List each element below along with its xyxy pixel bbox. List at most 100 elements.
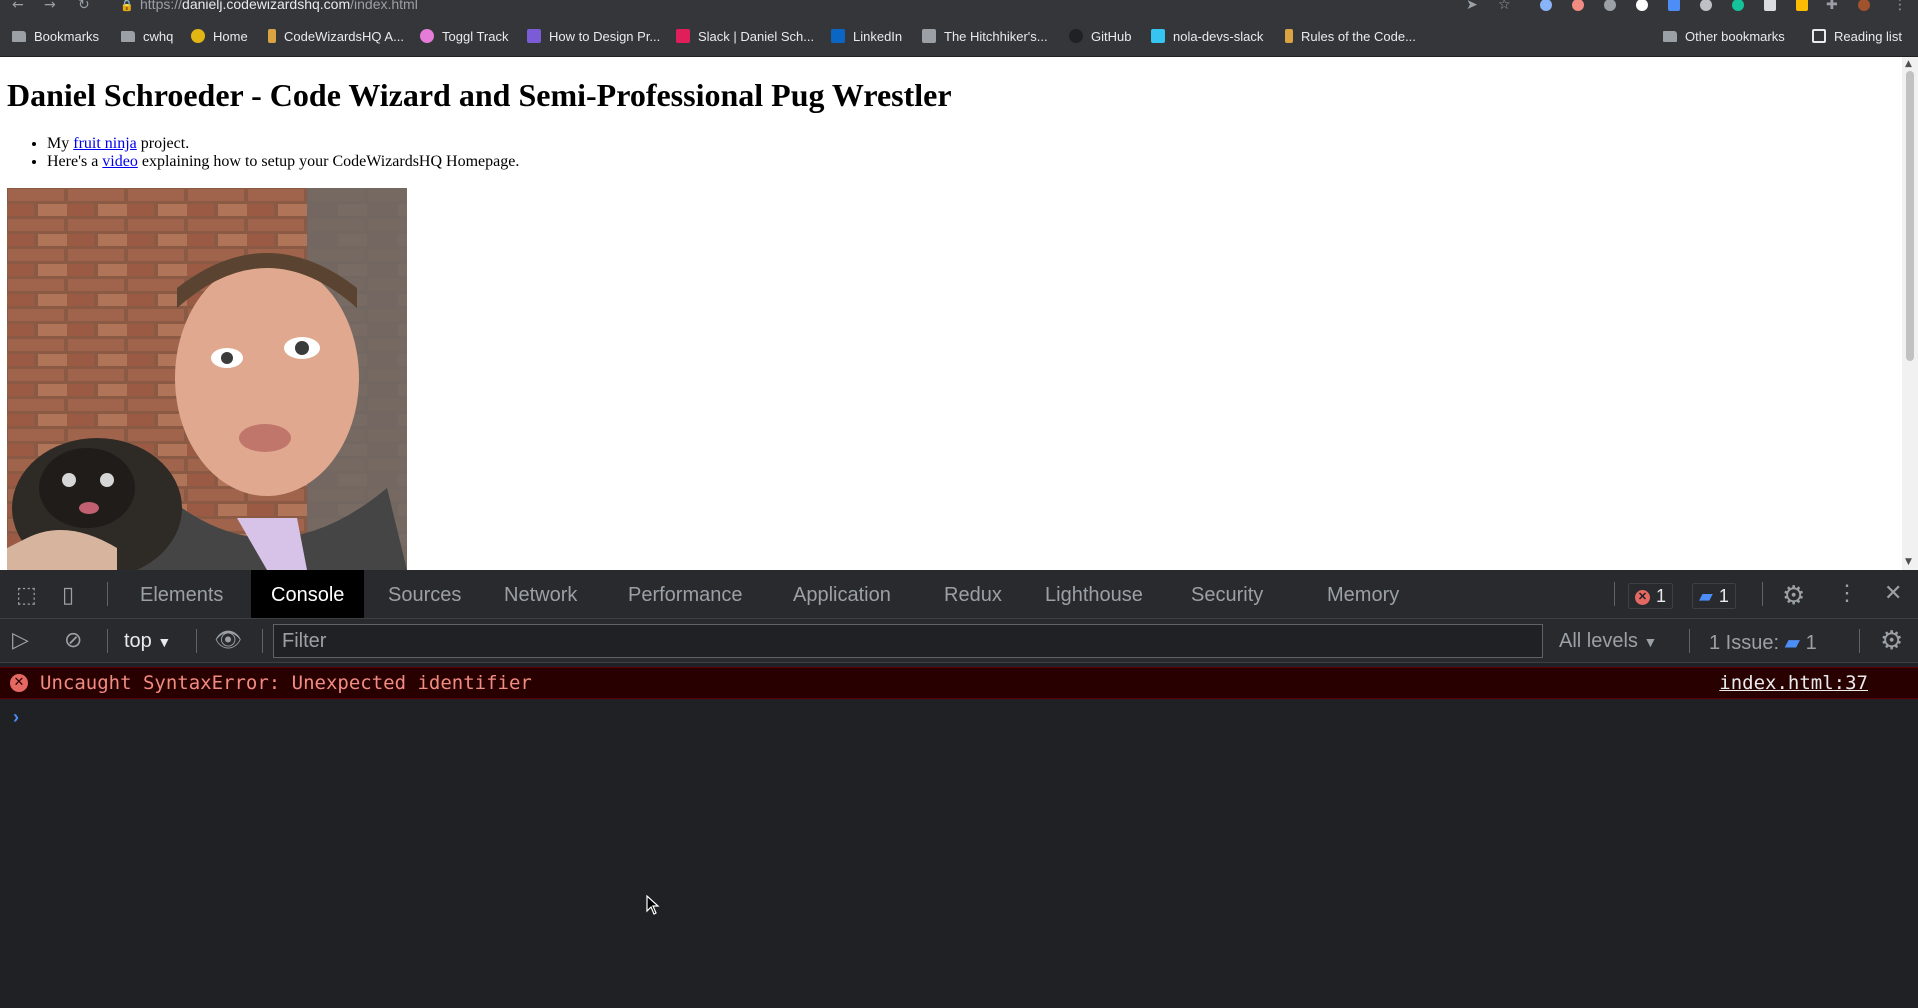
tab-application[interactable]: Application	[773, 570, 911, 618]
divider	[1762, 582, 1763, 606]
htdp-favicon	[527, 29, 541, 43]
bookmark-item[interactable]: How to Design Pr...	[527, 27, 660, 45]
show-sidebar-icon[interactable]: ▷	[12, 627, 29, 653]
grammarly-icon[interactable]	[1732, 0, 1744, 11]
divider	[1859, 629, 1860, 653]
inspect-element-icon[interactable]: ⬚	[16, 582, 37, 608]
bookmark-item[interactable]: GitHub	[1069, 27, 1131, 45]
divider	[196, 629, 197, 653]
divider	[1689, 629, 1690, 653]
toggl-favicon	[420, 29, 434, 43]
forward-arrow-icon[interactable]: →	[44, 0, 56, 13]
page-scrollbar[interactable]: ▲ ▼	[1902, 57, 1918, 570]
extension-icon[interactable]	[1572, 0, 1584, 11]
bookmark-item[interactable]: Slack | Daniel Sch...	[676, 27, 814, 45]
bookmark-item[interactable]: Home	[191, 27, 248, 45]
device-toolbar-icon[interactable]: ▯	[62, 582, 74, 608]
tab-sources[interactable]: Sources	[368, 570, 481, 618]
error-icon: ✕	[10, 674, 28, 692]
error-count-badge[interactable]: ✕ 1	[1628, 583, 1674, 609]
bookmark-folder[interactable]: Bookmarks	[12, 27, 99, 45]
avatar[interactable]	[1858, 0, 1870, 11]
reading-list[interactable]: Reading list	[1812, 27, 1902, 45]
folder-icon	[121, 30, 135, 42]
back-arrow-icon[interactable]: ←	[12, 0, 24, 13]
scroll-down-icon[interactable]: ▼	[1905, 557, 1912, 567]
tab-security[interactable]: Security	[1171, 570, 1283, 618]
lock-icon[interactable]: 🔒	[120, 0, 134, 12]
tab-memory[interactable]: Memory	[1307, 570, 1419, 618]
codewizards-favicon	[268, 29, 276, 43]
extension-icon[interactable]	[1796, 0, 1808, 11]
bookmark-item[interactable]: nola-devs-slack	[1151, 27, 1263, 45]
issues-button[interactable]: 1 Issue: ▰ 1	[1709, 630, 1817, 655]
hitchhiker-favicon	[922, 29, 936, 43]
filter-input[interactable]	[273, 624, 1543, 658]
console-prompt-chevron-icon[interactable]: ›	[13, 707, 19, 728]
bookmark-label: GitHub	[1091, 28, 1132, 44]
codewizards-favicon	[1285, 29, 1293, 43]
issues-count: 1	[1805, 632, 1817, 654]
folder-icon	[12, 30, 26, 42]
puzzle-icon[interactable]: ✚	[1826, 0, 1838, 13]
zoom-extension-icon[interactable]	[1668, 0, 1680, 11]
message-icon: ▰	[1699, 586, 1713, 606]
star-icon[interactable]: ☆	[1498, 0, 1511, 13]
bookmark-item[interactable]: Toggl Track	[420, 27, 508, 45]
extension-icon[interactable]	[1764, 0, 1776, 11]
bookmark-item[interactable]: LinkedIn	[831, 27, 902, 45]
divider	[1614, 582, 1615, 606]
divider	[107, 582, 108, 606]
more-options-icon[interactable]: ⋮	[1836, 580, 1858, 606]
bookmark-item[interactable]: Rules of the Code...	[1285, 27, 1416, 45]
list-text: project.	[136, 135, 190, 152]
reload-icon[interactable]: ↻	[78, 0, 90, 13]
browser-toolbar: ← → ↻ 🔒 https://danielj.codewizardshq.co…	[0, 0, 1918, 13]
levels-label: All levels	[1559, 630, 1638, 652]
react-extension-icon[interactable]	[1540, 0, 1552, 11]
clear-console-icon[interactable]: ⊘	[64, 627, 82, 653]
bookmarks-bar: Bookmarks cwhq Home CodeWizardsHQ A... T…	[0, 13, 1918, 57]
log-levels-dropdown[interactable]: All levels ▼	[1559, 630, 1657, 653]
list-text: My	[47, 135, 74, 152]
video-link[interactable]: video	[102, 153, 138, 170]
context-selector[interactable]: top ▼	[124, 630, 171, 653]
divider	[107, 629, 108, 653]
bookmark-label: nola-devs-slack	[1173, 28, 1264, 44]
extension-icon[interactable]	[1604, 0, 1616, 11]
send-icon[interactable]: ➤	[1466, 0, 1478, 13]
folder-icon	[1663, 30, 1677, 42]
bookmark-item[interactable]: CodeWizardsHQ A...	[268, 27, 404, 45]
list-text: Here's a	[47, 153, 103, 170]
tab-lighthouse[interactable]: Lighthouse	[1025, 570, 1163, 618]
console-settings-gear-icon[interactable]: ⚙	[1880, 625, 1903, 656]
settings-gear-icon[interactable]: ⚙	[1782, 580, 1805, 611]
scrollbar-thumb[interactable]	[1906, 71, 1914, 361]
home-favicon	[191, 29, 205, 43]
extension-icon[interactable]	[1636, 0, 1648, 11]
tab-console[interactable]: Console	[251, 570, 365, 618]
url-path: /index.html	[350, 0, 418, 12]
tab-performance[interactable]: Performance	[608, 570, 763, 618]
tab-elements[interactable]: Elements	[120, 570, 243, 618]
dropdown-arrow-icon: ▼	[1643, 634, 1658, 650]
live-expression-eye-icon[interactable]: 👁	[214, 627, 242, 653]
bookmark-label: Home	[213, 28, 248, 44]
error-source-link[interactable]: index.html:37	[1719, 672, 1868, 694]
message-count-badge[interactable]: ▰ 1	[1692, 583, 1736, 609]
list-item: Here's a video explaining how to setup y…	[47, 153, 519, 171]
bookmark-folder[interactable]: cwhq	[121, 27, 173, 45]
other-bookmarks[interactable]: Other bookmarks	[1663, 27, 1785, 45]
github-favicon	[1069, 29, 1083, 43]
profile-photo	[7, 188, 407, 570]
menu-icon[interactable]: ⋮	[1893, 0, 1907, 13]
close-icon[interactable]: ✕	[1884, 580, 1902, 606]
slack-favicon	[1151, 29, 1165, 43]
tab-redux[interactable]: Redux	[924, 570, 1022, 618]
scroll-up-icon[interactable]: ▲	[1905, 59, 1912, 69]
tab-network[interactable]: Network	[484, 570, 597, 618]
extension-icon[interactable]	[1700, 0, 1712, 11]
bookmark-item[interactable]: The Hitchhiker's...	[922, 27, 1048, 45]
address-bar[interactable]: https://danielj.codewizardshq.com/index.…	[140, 0, 418, 12]
fruit-ninja-link[interactable]: fruit ninja	[73, 135, 137, 152]
